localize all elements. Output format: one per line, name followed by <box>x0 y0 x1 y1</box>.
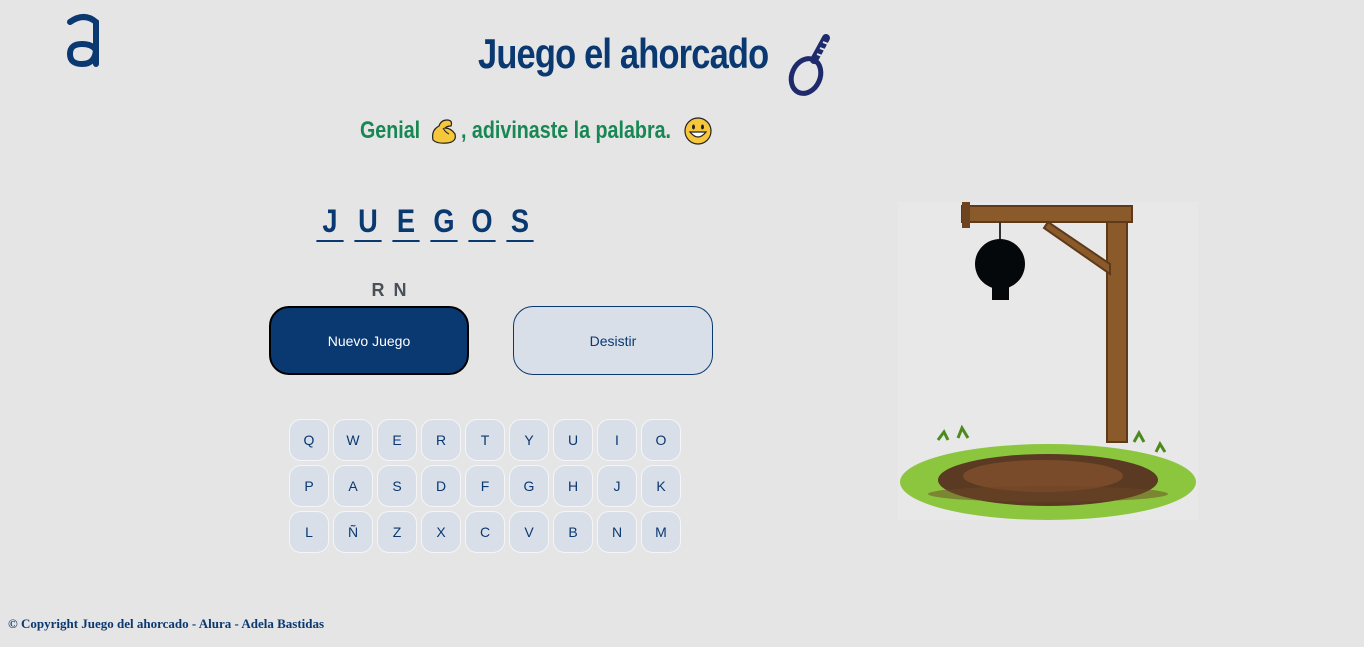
flexed-biceps-icon <box>432 119 457 144</box>
key-button[interactable]: R <box>421 419 461 461</box>
gallows-illustration <box>898 202 1198 520</box>
keyboard-row: P A S D F G H J K <box>289 465 681 507</box>
keyboard-row: Q W E R T Y U I O <box>289 419 681 461</box>
page-title: Juego el ahorcado <box>478 30 769 77</box>
key-button[interactable]: E <box>377 419 417 461</box>
footer-copyright: © Copyright Juego del ahorcado - Alura -… <box>8 616 325 631</box>
on-screen-keyboard: Q W E R T Y U I O P A S D F G H J K L Ñ … <box>289 419 681 557</box>
give-up-button[interactable]: Desistir <box>513 306 713 375</box>
key-button[interactable]: U <box>553 419 593 461</box>
status-message: Genial , adivinaste la palabra. <box>360 116 713 146</box>
word-letter: G <box>430 202 458 242</box>
word-letter: U <box>354 202 382 242</box>
key-button[interactable]: C <box>465 511 505 553</box>
key-button[interactable]: I <box>597 419 637 461</box>
wrong-letters: R N <box>371 280 409 300</box>
key-button[interactable]: N <box>597 511 637 553</box>
key-button[interactable]: G <box>509 465 549 507</box>
key-button[interactable]: Z <box>377 511 417 553</box>
key-button[interactable]: Ñ <box>333 511 373 553</box>
keyboard-row: L Ñ Z X C V B N M <box>289 511 681 553</box>
title-block: Juego el ahorcado <box>478 30 832 78</box>
key-button[interactable]: P <box>289 465 329 507</box>
key-button[interactable]: A <box>333 465 373 507</box>
key-button[interactable]: Q <box>289 419 329 461</box>
noose-icon <box>788 34 834 96</box>
key-button[interactable]: H <box>553 465 593 507</box>
status-message-part2: , adivinaste la palabra. <box>461 117 672 144</box>
word-letter: S <box>506 202 534 242</box>
new-game-button[interactable]: Nuevo Juego <box>269 306 469 375</box>
key-button[interactable]: K <box>641 465 681 507</box>
key-button[interactable]: J <box>597 465 637 507</box>
word-letter: J <box>316 202 344 242</box>
word-letter: E <box>392 202 420 242</box>
key-button[interactable]: X <box>421 511 461 553</box>
key-button[interactable]: M <box>641 511 681 553</box>
alura-logo-icon[interactable] <box>64 12 104 68</box>
key-button[interactable]: W <box>333 419 373 461</box>
key-button[interactable]: O <box>641 419 681 461</box>
word-display: J U E G O S <box>314 202 536 242</box>
key-button[interactable]: V <box>509 511 549 553</box>
key-button[interactable]: D <box>421 465 461 507</box>
key-button[interactable]: T <box>465 419 505 461</box>
word-letter: O <box>468 202 496 242</box>
key-button[interactable]: B <box>553 511 593 553</box>
status-message-part1: Genial <box>360 117 421 144</box>
key-button[interactable]: L <box>289 511 329 553</box>
key-button[interactable]: F <box>465 465 505 507</box>
key-button[interactable]: S <box>377 465 417 507</box>
grinning-face-icon <box>684 117 713 145</box>
key-button[interactable]: Y <box>509 419 549 461</box>
